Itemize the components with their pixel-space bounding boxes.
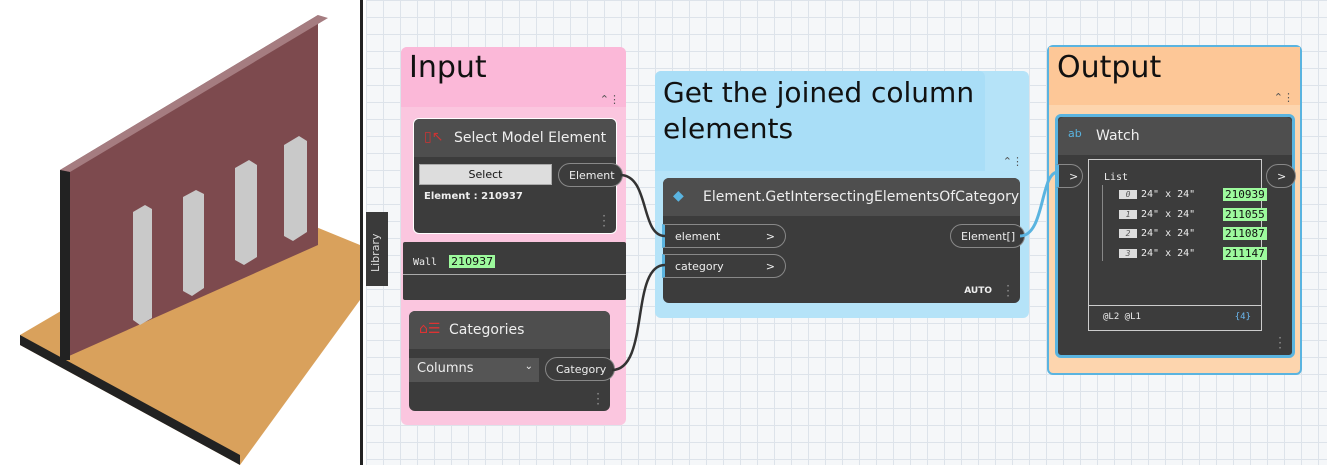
input-port-element[interactable]: element > bbox=[662, 224, 786, 248]
output-port-element[interactable]: Element bbox=[558, 163, 623, 187]
wall-model-view bbox=[20, 15, 360, 465]
output-port-category[interactable]: Category bbox=[545, 357, 615, 381]
watch-list-item: 2 24" x 24" 211087 bbox=[1119, 224, 1267, 244]
category-dropdown[interactable]: Columns ⌄ bbox=[409, 358, 539, 382]
lacing-label[interactable]: AUTO bbox=[964, 286, 992, 296]
watch-list-item: 1 24" x 24" 211055 bbox=[1119, 205, 1267, 225]
element-function-icon: ◆ bbox=[673, 188, 684, 204]
watch-node[interactable]: ab Watch > > List 0 24" x 24" 210939 1 24" x … bbox=[1055, 114, 1296, 358]
watch-list-item: 0 24" x 24" 210939 bbox=[1119, 185, 1267, 205]
node-menu-icon[interactable]: · · · bbox=[596, 388, 600, 410]
watch-list-item: 3 24" x 24" 211147 bbox=[1119, 244, 1267, 264]
watch-output-port[interactable]: > bbox=[1266, 164, 1296, 188]
watch-input-port[interactable]: > bbox=[1055, 164, 1083, 188]
wall-watch-preview: Wall 210937 bbox=[403, 242, 626, 300]
select-element-icon: ▯↖ bbox=[424, 129, 444, 145]
input-port-category[interactable]: category > bbox=[662, 254, 786, 278]
node-menu-icon[interactable]: · · · bbox=[1278, 332, 1282, 354]
get-intersecting-elements-node[interactable]: ◆ Element.GetIntersectingElementsOfCatego… bbox=[662, 178, 1025, 303]
node-menu-icon[interactable]: · · · bbox=[1006, 280, 1010, 302]
collapse-icon[interactable]: ⌃⋮ bbox=[1003, 155, 1023, 168]
select-button[interactable]: Select bbox=[419, 164, 552, 185]
library-tab[interactable]: Library bbox=[366, 212, 388, 286]
categories-node[interactable]: ⌂☰ Categories Columns ⌄ Category · · · bbox=[409, 311, 615, 411]
chevron-down-icon: ⌄ bbox=[524, 361, 533, 372]
collapse-icon[interactable]: ⌃⋮ bbox=[1274, 91, 1294, 104]
categories-icon: ⌂☰ bbox=[419, 321, 441, 337]
3d-viewport[interactable] bbox=[0, 0, 363, 465]
select-model-element-node[interactable]: ▯↖ Select Model Element Select Element El… bbox=[413, 118, 623, 234]
watch-icon: ab bbox=[1068, 127, 1082, 140]
watch-list-panel[interactable]: List 0 24" x 24" 210939 1 24" x 24" 211055 2 24… bbox=[1088, 159, 1267, 331]
output-port-elements[interactable]: Element[] bbox=[950, 224, 1025, 248]
collapse-icon[interactable]: ⌃⋮ bbox=[600, 93, 620, 106]
node-menu-icon[interactable]: · · · bbox=[602, 210, 606, 232]
